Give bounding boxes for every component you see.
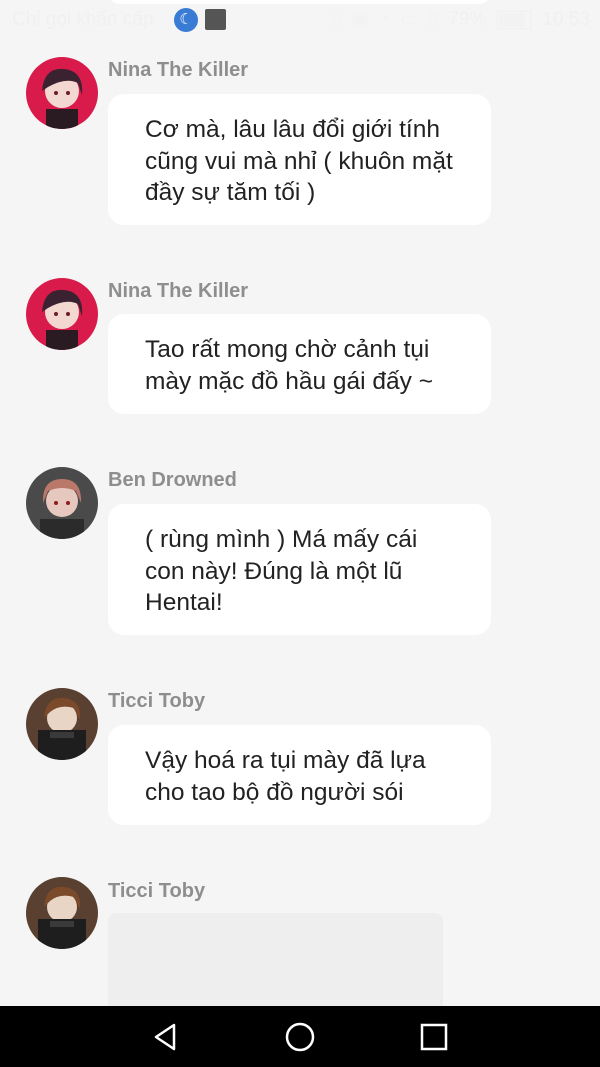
eye-icon: ◉	[351, 9, 369, 30]
sender-name: Nina The Killer	[108, 59, 249, 81]
avatar-nina[interactable]	[26, 57, 98, 129]
recents-icon[interactable]	[418, 1021, 450, 1053]
message-bubble[interactable]: Cơ mà, lâu lâu đổi giới tính cũng vui mà…	[108, 94, 491, 225]
sender-name: Ticci Toby	[108, 880, 206, 902]
battery-icon	[496, 9, 533, 30]
sender-name: Ben Drowned	[108, 469, 237, 491]
image-message-placeholder[interactable]	[108, 913, 443, 1013]
avatar-nina[interactable]	[26, 278, 98, 350]
avatar-toby[interactable]	[26, 688, 98, 760]
avatar-toby[interactable]	[26, 877, 98, 949]
carrier-text: Chỉ gọi khẩn cấp	[12, 9, 154, 30]
avatar-ben[interactable]	[26, 467, 98, 539]
back-icon[interactable]	[150, 1021, 182, 1053]
home-icon[interactable]	[284, 1021, 316, 1053]
sim2-icon: ▯	[427, 9, 439, 30]
message-bubble[interactable]: Tao rất mong chờ cảnh tụi mày mặc đồ hầu…	[108, 314, 491, 414]
battery-percent: 79%	[448, 8, 487, 30]
wifi-icon: ◔	[378, 8, 390, 30]
moon-icon: ☾	[174, 8, 198, 32]
message-bubble[interactable]: ( rùng mình ) Má mấy cái con này! Đúng l…	[108, 504, 491, 635]
clock: 10:53	[542, 8, 590, 30]
vibrate-icon: ▯	[331, 9, 342, 30]
sender-name: Nina The Killer	[108, 280, 249, 302]
sim-icon: ▭	[400, 9, 418, 30]
status-bar: Chỉ gọi khẩn cấp ☾ ▯ ◉ ◔ ▭ ▯ 79% 10:53	[0, 0, 600, 40]
sender-name: Ticci Toby	[108, 690, 206, 712]
gallery-icon	[205, 9, 226, 30]
message-bubble[interactable]: Vậy hoá ra tụi mày đã lựa cho tao bộ đồ …	[108, 725, 491, 825]
navigation-bar	[0, 1006, 600, 1067]
